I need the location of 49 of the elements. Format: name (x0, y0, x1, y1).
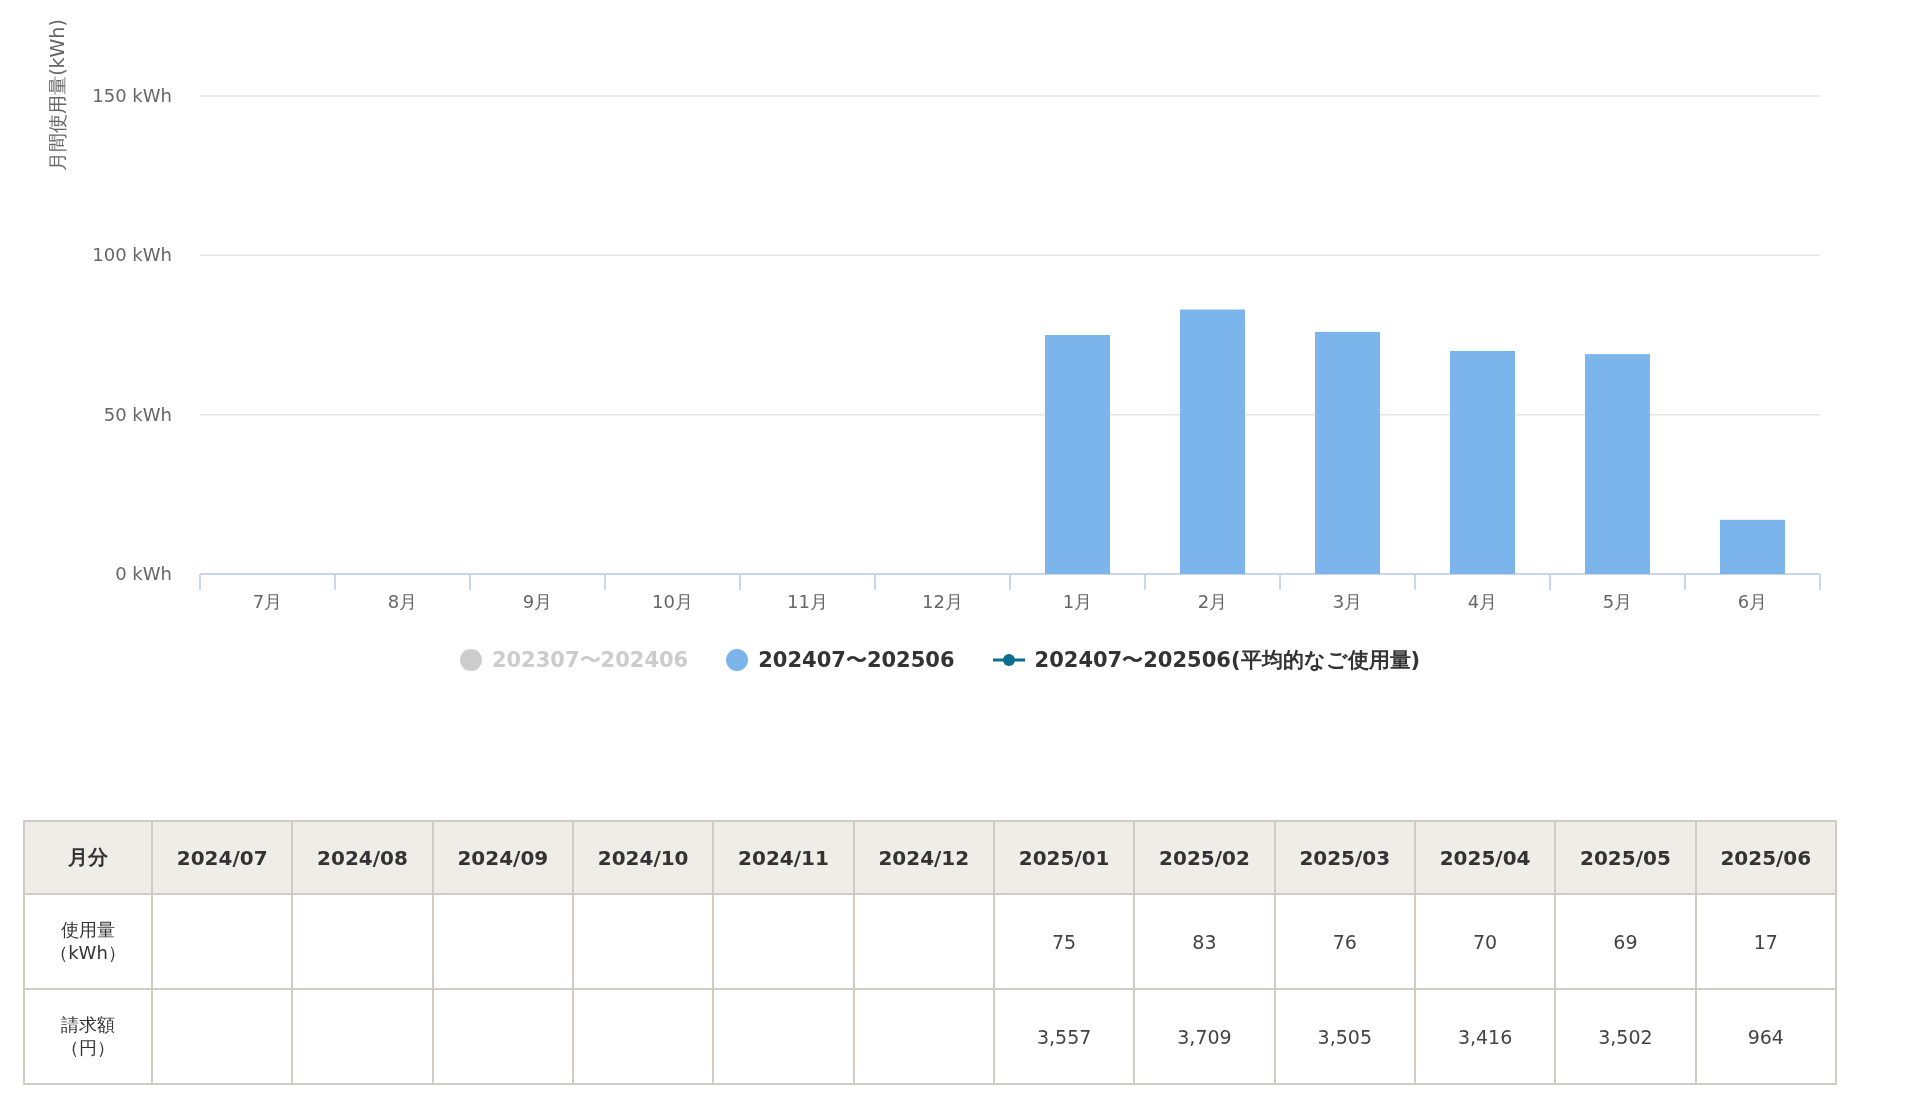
header-cell: 2024/12 (878, 845, 970, 870)
table-cell: 83 (1192, 930, 1217, 953)
x-tick-label: 9月 (522, 591, 553, 612)
x-tick-label: 4月 (1467, 591, 1498, 612)
x-tick-label: 5月 (1602, 591, 1633, 612)
row-label: （円） (61, 1036, 115, 1059)
header-cell: 2024/09 (457, 845, 549, 870)
y-tick-label: 0 kWh (115, 563, 172, 584)
table-cell: 3,502 (1598, 1025, 1653, 1048)
y-tick-label: 100 kWh (92, 244, 172, 266)
table-cell: 17 (1753, 930, 1778, 953)
table-cell: 70 (1473, 930, 1498, 953)
bar (1720, 519, 1785, 574)
header-cell: 2025/04 (1439, 845, 1531, 870)
legend-label[interactable]: 202407〜202506(平均的なご使用量) (1034, 646, 1421, 674)
row-label: 請求額 (61, 1014, 115, 1037)
header-cell: 2024/10 (597, 845, 689, 870)
table-cell: 75 (1052, 930, 1077, 953)
x-tick-label: 3月 (1332, 591, 1363, 612)
table-cell: 3,557 (1036, 1025, 1092, 1048)
x-tick-label: 6月 (1737, 591, 1768, 612)
x-tick-label: 8月 (387, 591, 418, 612)
header-cell: 2024/11 (738, 845, 829, 870)
header-cell: 2025/01 (1018, 845, 1110, 870)
header-cell: 2024/08 (317, 845, 408, 870)
x-tick-label: 7月 (252, 591, 283, 612)
header-cell: 月分 (68, 845, 108, 869)
y-tick-label: 50 kWh (103, 403, 172, 425)
table-cell: 76 (1332, 930, 1357, 953)
header-cell: 2025/06 (1720, 845, 1812, 870)
legend-label[interactable]: 202407〜202506 (758, 646, 955, 674)
y-tick-label: 150 kWh (92, 85, 172, 106)
header-cell: 2025/02 (1159, 845, 1250, 870)
x-tick-label: 1月 (1062, 591, 1093, 612)
row-label: 使用量 (61, 919, 115, 942)
x-tick-label: 2月 (1197, 591, 1228, 612)
table-cell: 3,505 (1317, 1025, 1372, 1048)
table-cell: 964 (1747, 1025, 1784, 1048)
header-cell: 2025/05 (1580, 845, 1671, 870)
x-tick-label: 11月 (787, 591, 828, 612)
header-cell: 2024/07 (176, 845, 268, 870)
table-cell: 3,709 (1177, 1025, 1232, 1048)
table-cell: 3,416 (1457, 1025, 1513, 1048)
header-cell: 2025/03 (1299, 845, 1391, 870)
x-tick-label: 12月 (922, 591, 963, 612)
row-label: （kWh） (50, 941, 126, 964)
x-tick-label: 10月 (652, 591, 693, 612)
table-cell: 69 (1613, 930, 1638, 953)
y-axis-title: 月間使用量(kWh) (46, 19, 68, 171)
